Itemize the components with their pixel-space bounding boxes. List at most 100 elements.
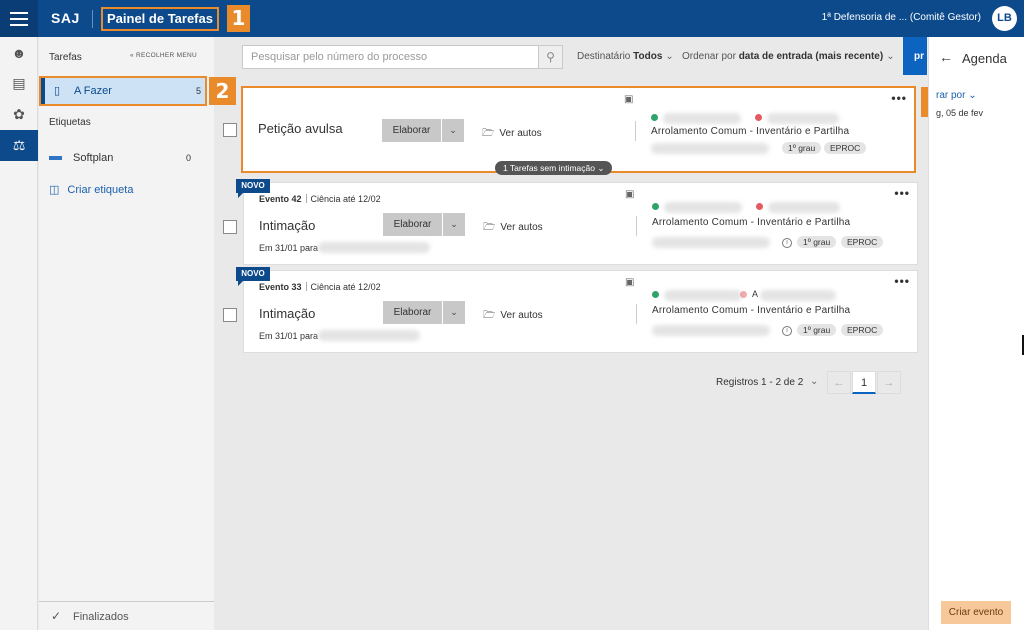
tasks-without-notice-label: 1 Tarefas sem intimação	[503, 163, 595, 173]
collapse-menu-label: RECOLHER MENU	[136, 52, 197, 59]
elaborate-button[interactable]: Elaborar	[382, 119, 441, 142]
search-input[interactable]	[243, 46, 539, 68]
agenda-date: g, 05 de fev	[936, 108, 984, 118]
task-title: Petição avulsa	[258, 121, 343, 136]
party-initial: A	[752, 289, 759, 299]
view-records-label: Ver autos	[499, 128, 542, 139]
page-1-button[interactable]: 1	[852, 371, 876, 394]
elaborate-split-button[interactable]: Elaborar ⌄	[382, 119, 464, 142]
previous-page-button[interactable]: ←	[827, 371, 851, 394]
sidebar-item-softplan[interactable]: Softplan 0	[49, 151, 199, 167]
view-records-link[interactable]: 🗁 Ver autos	[482, 126, 542, 143]
status-dot-red	[756, 203, 763, 210]
create-event-button[interactable]: Criar evento	[941, 601, 1011, 624]
sidebar: Tarefas « RECOLHER MENU ▯ A Fazer 5 Etiq…	[39, 37, 214, 630]
calendar-icon[interactable]: ▣	[625, 189, 634, 200]
records-summary: Registros 1 - 2 de 2	[716, 377, 804, 388]
sidebar-item-finished[interactable]: ✓ Finalizados	[39, 601, 214, 630]
process-class: Arrolamento Comum - Inventário e Partilh…	[652, 305, 851, 316]
collapse-menu-button[interactable]: « RECOLHER MENU	[130, 52, 197, 59]
degree-chip: 1º grau	[797, 324, 837, 336]
task-card[interactable]: ▣ ••• Evento 42 Ciência até 12/02 Intimaç…	[243, 182, 918, 265]
sort-dropdown[interactable]: Ordenar por data de entrada (mais recent…	[682, 51, 895, 62]
elaborate-button[interactable]: Elaborar	[383, 213, 442, 236]
task-card[interactable]: ▣ ••• Evento 33 Ciência até 12/02 Intimaç…	[243, 270, 918, 353]
person-icon[interactable]: ☻	[0, 37, 38, 68]
organization-selector[interactable]: 1ª Defensoria de ... (Comitê Gestor)	[822, 12, 981, 23]
calendar-icon[interactable]: ▣	[625, 277, 634, 288]
info-icon[interactable]: i	[782, 238, 792, 248]
more-options-icon[interactable]: •••	[891, 91, 907, 105]
bookmark-icon: ▯	[54, 85, 61, 97]
divider	[635, 121, 636, 141]
header-divider	[92, 10, 93, 28]
scales-icon[interactable]: ⚖	[0, 130, 38, 161]
redacted-party	[664, 290, 742, 301]
elaborate-split-button[interactable]: Elaborar ⌄	[383, 301, 465, 324]
sidebar-heading-tags: Etiquetas	[49, 117, 91, 128]
agenda-filter[interactable]: rar por ⌄	[936, 90, 977, 101]
calendar-icon[interactable]: ▣	[624, 94, 633, 105]
sidebar-item-label: A Fazer	[74, 85, 112, 97]
chevron-down-icon[interactable]: ⌄	[443, 301, 465, 324]
sidebar-heading-tasks: Tarefas	[49, 52, 82, 63]
finished-label: Finalizados	[73, 611, 129, 623]
create-tag-link[interactable]: ◫ Criar etiqueta	[49, 183, 133, 196]
elaborate-split-button[interactable]: Elaborar ⌄	[383, 213, 465, 236]
event-info: Evento 33 Ciência até 12/02	[259, 282, 381, 292]
sidebar-item-todo[interactable]: ▯ A Fazer 5	[39, 76, 207, 106]
redacted-process-number	[652, 237, 770, 248]
redacted-party	[663, 113, 741, 124]
chevron-down-icon[interactable]: ⌄	[442, 119, 464, 142]
redacted-process-number	[651, 143, 769, 154]
next-page-button[interactable]: →	[877, 371, 901, 394]
task-card[interactable]: ▣ ••• Petição avulsa Elaborar ⌄ 🗁 Ver aut…	[241, 86, 916, 173]
status-dot-green	[651, 114, 658, 121]
redacted-party	[767, 113, 839, 124]
task-checkbox[interactable]	[223, 123, 237, 137]
more-options-icon[interactable]: •••	[894, 274, 910, 288]
primary-action-button[interactable]: pr	[903, 37, 927, 75]
task-title: Intimação	[259, 306, 316, 321]
book-icon[interactable]: ▤	[0, 68, 38, 99]
view-records-link[interactable]: 🗁 Ver autos	[483, 308, 543, 325]
degree-chip: 1º grau	[797, 236, 837, 248]
task-checkbox[interactable]	[223, 220, 237, 234]
new-badge: NOVO	[236, 179, 270, 198]
user-avatar[interactable]: LB	[992, 6, 1017, 31]
tag-count: 0	[185, 153, 191, 163]
more-options-icon[interactable]: •••	[894, 186, 910, 200]
handshake-icon[interactable]: ✿	[0, 99, 38, 130]
recipient-filter[interactable]: Destinatário Todos ⌄	[577, 51, 674, 62]
create-tag-label: Criar etiqueta	[67, 184, 134, 196]
recipient-filter-label: Destinatário	[577, 51, 631, 62]
app-logo: SAJ	[51, 10, 80, 26]
tag-color-swatch	[49, 156, 62, 160]
chevron-down-icon[interactable]: ⌄	[443, 213, 465, 236]
view-records-label: Ver autos	[500, 222, 543, 233]
page-size-chevron-down-icon[interactable]: ⌄	[810, 376, 818, 387]
search-icon[interactable]: ⚲	[538, 46, 562, 68]
check-icon: ✓	[51, 609, 62, 623]
process-class: Arrolamento Comum - Inventário e Partilh…	[652, 217, 851, 228]
info-icon[interactable]: i	[782, 326, 792, 336]
elaborate-button[interactable]: Elaborar	[383, 301, 442, 324]
view-records-link[interactable]: 🗁 Ver autos	[483, 220, 543, 237]
agenda-filter-label: rar por	[936, 90, 966, 101]
system-chip: EPROC	[841, 324, 884, 336]
deadline: Ciência até 12/02	[310, 194, 381, 204]
recipient-filter-value: Todos	[633, 51, 663, 62]
sent-info: Em 31/01 para	[259, 243, 319, 253]
tasks-without-notice-toggle[interactable]: 1 Tarefas sem intimação ⌄	[495, 161, 613, 175]
folder-icon: 🗁	[483, 222, 496, 233]
task-checkbox[interactable]	[223, 308, 237, 322]
callout-2: 2	[209, 77, 236, 105]
folder-icon: 🗁	[482, 128, 495, 139]
divider	[636, 304, 637, 324]
redacted-party	[664, 202, 742, 213]
folder-icon: 🗁	[483, 310, 496, 321]
view-records-label: Ver autos	[500, 310, 543, 321]
back-arrow-icon[interactable]: ←	[939, 49, 953, 65]
hamburger-menu-icon[interactable]	[0, 0, 38, 37]
redacted-recipient	[318, 242, 430, 253]
